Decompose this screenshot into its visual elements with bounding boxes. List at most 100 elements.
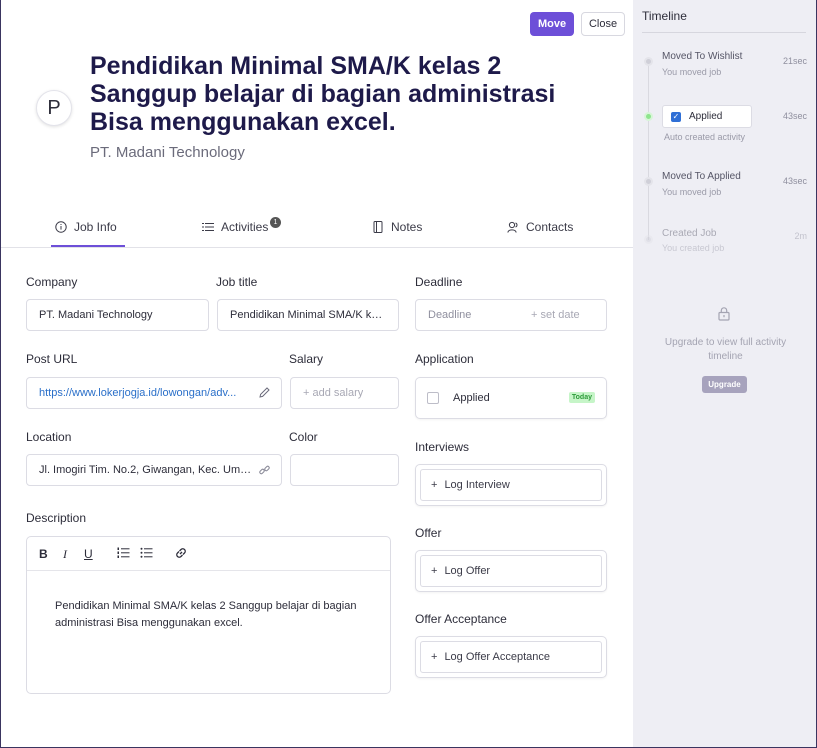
timeline-dot-active <box>644 112 653 121</box>
job-title-value: Pendidikan Minimal SMA/K kelas 2 Sanggup… <box>230 309 386 321</box>
deadline-label: Deadline <box>415 275 463 289</box>
timeline-dot <box>644 235 653 244</box>
underline-button[interactable]: U <box>84 547 93 561</box>
move-button[interactable]: Move <box>530 12 574 36</box>
timeline-dot <box>644 57 653 66</box>
log-offer-acceptance-label: Log Offer Acceptance <box>444 651 551 663</box>
company-value: PT. Madani Technology <box>39 309 153 321</box>
timeline-item-time: 43sec <box>782 111 807 121</box>
location-field[interactable]: Jl. Imogiri Tim. No.2, Giwangan, Kec. Um… <box>26 454 282 486</box>
log-offer-button[interactable]: + Log Offer <box>420 555 602 587</box>
job-detail-window: Move Close P Pendidikan Minimal SMA/K ke… <box>0 0 817 748</box>
timeline-divider <box>642 32 806 33</box>
set-date-link[interactable]: + set date <box>531 309 580 321</box>
company-field[interactable]: PT. Madani Technology <box>26 299 209 331</box>
timeline-item-sub: Auto created activity <box>664 132 746 142</box>
tab-label: Notes <box>391 220 423 234</box>
color-field[interactable] <box>290 454 399 486</box>
upgrade-message: Upgrade to view full activity timeline <box>664 337 787 362</box>
insert-link-icon[interactable] <box>174 546 188 563</box>
location-label: Location <box>26 430 72 444</box>
plus-icon: + <box>431 479 438 491</box>
company-avatar: P <box>36 90 72 126</box>
active-tab-indicator <box>51 245 125 247</box>
link-icon[interactable] <box>258 464 271 480</box>
deadline-field[interactable]: Deadline + set date <box>415 299 607 331</box>
tab-contacts[interactable]: Contacts <box>507 206 573 248</box>
location-value: Jl. Imogiri Tim. No.2, Giwangan, Kec. Um… <box>39 464 253 476</box>
editor-toolbar: B I U <box>27 537 390 571</box>
tab-label: Activities <box>221 220 269 234</box>
job-detail-main: Move Close P Pendidikan Minimal SMA/K ke… <box>1 0 633 747</box>
timeline-dot <box>644 177 653 186</box>
log-offer-acceptance-button[interactable]: + Log Offer Acceptance <box>420 641 602 673</box>
activities-count-badge: 1 <box>270 217 281 228</box>
bold-button[interactable]: B <box>39 547 48 561</box>
note-icon <box>372 221 384 233</box>
page-title: Pendidikan Minimal SMA/K kelas 2 Sanggup… <box>90 52 556 136</box>
log-interview-button[interactable]: + Log Interview <box>420 469 602 501</box>
close-button[interactable]: Close <box>581 12 625 36</box>
timeline-item-time: 21sec <box>782 56 807 66</box>
plus-icon: + <box>431 651 438 663</box>
info-icon <box>55 221 67 233</box>
timeline-item-time: 43sec <box>782 176 807 186</box>
checked-checkbox-icon: ✓ <box>671 111 681 122</box>
upgrade-button[interactable]: Upgrade <box>702 376 747 393</box>
salary-placeholder: + add salary <box>303 387 364 399</box>
log-offer-label: Log Offer <box>444 565 491 577</box>
job-title-field[interactable]: Pendidikan Minimal SMA/K kelas 2 Sanggup… <box>217 299 399 331</box>
timeline-item-sub: You moved job <box>662 67 722 77</box>
lock-icon <box>717 306 731 326</box>
timeline-item-sub: You moved job <box>662 187 722 197</box>
timeline-applied-card[interactable]: ✓ Applied <box>662 105 752 128</box>
application-label: Application <box>415 352 474 366</box>
application-status-card[interactable]: Applied Today <box>415 377 607 419</box>
color-label: Color <box>289 430 318 444</box>
plus-icon: + <box>431 565 438 577</box>
deadline-placeholder: Deadline <box>428 309 472 321</box>
list-icon <box>202 221 214 233</box>
timeline-sidebar: Timeline Moved To Wishlist You moved job… <box>633 0 816 747</box>
tab-activities[interactable]: Activities 1 <box>202 206 281 248</box>
post-url-label: Post URL <box>26 352 78 366</box>
description-label: Description <box>26 511 87 525</box>
offer-card: + Log Offer <box>415 550 607 592</box>
tab-bar: Job Info Activities 1 Notes Contacts <box>1 206 633 248</box>
bullet-list-icon[interactable] <box>140 546 153 562</box>
offer-label: Offer <box>415 526 442 540</box>
timeline-item-title: Created Job <box>662 228 717 239</box>
salary-label: Salary <box>289 352 324 366</box>
company-subtitle: PT. Madani Technology <box>90 144 245 161</box>
application-checkbox[interactable] <box>427 392 439 404</box>
contacts-icon <box>507 221 519 233</box>
timeline-item-title: Applied <box>689 111 723 122</box>
tab-job-info[interactable]: Job Info <box>55 206 117 248</box>
job-title-label: Job title <box>216 275 258 289</box>
timeline-item-title: Moved To Applied <box>662 171 741 182</box>
timeline-item-time: 2m <box>794 231 807 241</box>
application-status-text: Applied <box>453 392 490 404</box>
timeline-item-sub: You created job <box>662 243 725 253</box>
tab-label: Job Info <box>74 220 117 234</box>
tab-label: Contacts <box>526 220 574 234</box>
timeline-item-title: Moved To Wishlist <box>662 51 743 62</box>
salary-field[interactable]: + add salary <box>290 377 399 409</box>
timeline-line <box>648 60 649 240</box>
description-editor[interactable]: B I U Pendidikan Minimal SMA/K kelas 2 S… <box>26 536 391 694</box>
post-url-link[interactable]: https://www.lokerjogja.id/lowongan/adv..… <box>39 387 236 399</box>
offer-acceptance-card: + Log Offer Acceptance <box>415 636 607 678</box>
ordered-list-icon[interactable] <box>117 546 130 562</box>
italic-button[interactable]: I <box>63 547 67 562</box>
timeline-title: Timeline <box>642 9 687 23</box>
interviews-label: Interviews <box>415 440 470 454</box>
offer-acceptance-label: Offer Acceptance <box>415 612 507 626</box>
today-badge: Today <box>568 392 595 403</box>
company-label: Company <box>26 275 78 289</box>
interviews-card: + Log Interview <box>415 464 607 506</box>
tab-notes[interactable]: Notes <box>372 206 422 248</box>
edit-pencil-icon[interactable] <box>258 386 271 402</box>
post-url-field[interactable]: https://www.lokerjogja.id/lowongan/adv..… <box>26 377 282 409</box>
log-interview-label: Log Interview <box>444 479 510 491</box>
description-text[interactable]: Pendidikan Minimal SMA/K kelas 2 Sanggup… <box>55 598 365 632</box>
